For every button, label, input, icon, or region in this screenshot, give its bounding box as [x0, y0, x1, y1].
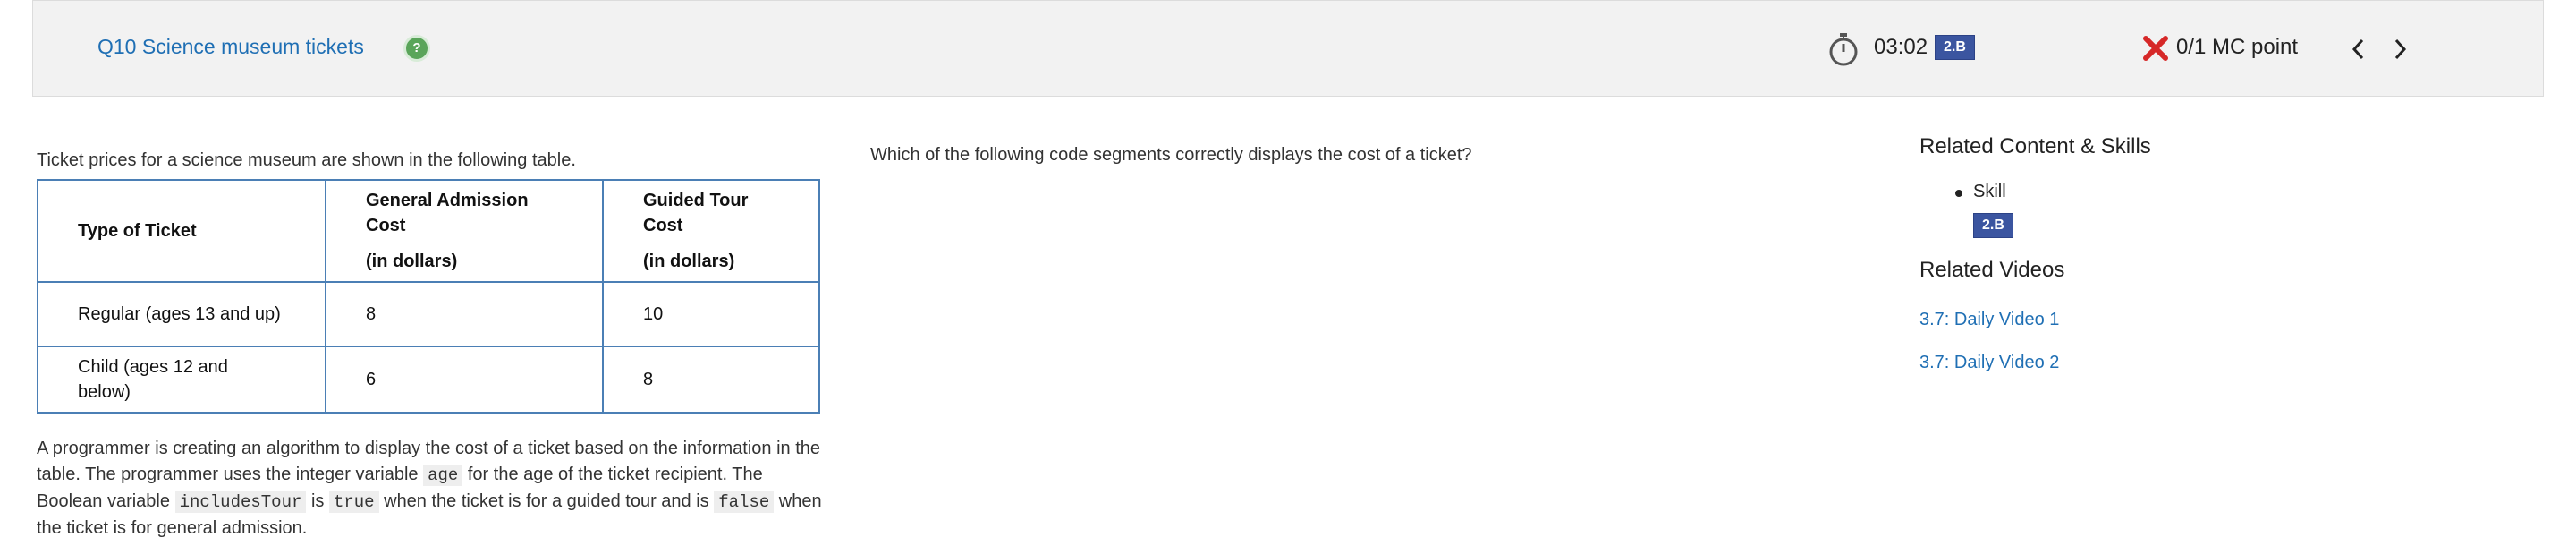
- table-header-cell: Type of Ticket: [37, 179, 326, 283]
- bullet: [1955, 190, 1962, 197]
- table-header-cell: General Admission Cost (in dollars): [325, 179, 604, 283]
- passage-intro: Ticket prices for a science museum are s…: [37, 150, 576, 170]
- code-includesTour: includesTour: [174, 491, 307, 513]
- table-cell: 6: [325, 346, 604, 414]
- incorrect-x-icon: [2143, 36, 2168, 61]
- sidebar-skill-badge: 2.B: [1973, 213, 2013, 238]
- code-age: age: [423, 465, 463, 486]
- code-false: false: [714, 491, 775, 513]
- related-videos-title: Related Videos: [1919, 258, 2065, 282]
- table-header-row: Type of Ticket General Admission Cost (i…: [37, 179, 820, 283]
- table-cell: Regular (ages 13 and up): [37, 281, 326, 347]
- question-header-bar: Q10 Science museum tickets ? 03:02 2.B 0…: [32, 0, 2544, 97]
- video-link-2[interactable]: 3.7: Daily Video 2: [1919, 353, 2059, 373]
- score-display: 0/1 MC point: [2176, 35, 2299, 59]
- skill-label: Skill: [1973, 182, 2006, 201]
- table-cell: Child (ages 12 and below): [37, 346, 326, 414]
- code-true: true: [328, 491, 379, 513]
- video-link-1[interactable]: 3.7: Daily Video 1: [1919, 310, 2059, 330]
- table-header-cell: Guided Tour Cost (in dollars): [602, 179, 820, 283]
- chevron-right-icon[interactable]: [2389, 37, 2411, 62]
- ticket-price-table: Type of Ticket General Admission Cost (i…: [37, 179, 820, 414]
- question-title[interactable]: Q10 Science museum tickets: [97, 35, 364, 59]
- table-row: Child (ages 12 and below) 6 8: [37, 346, 820, 414]
- table-row: Regular (ages 13 and up) 8 10: [37, 281, 820, 347]
- skill-badge: 2.B: [1935, 35, 1975, 60]
- table-cell: 8: [602, 346, 820, 414]
- question-prompt: Which of the following code segments cor…: [870, 145, 1472, 165]
- table-cell: 10: [602, 281, 820, 347]
- timer-readout: 03:02: [1874, 35, 1928, 59]
- stopwatch-icon: [1829, 33, 1858, 66]
- chevron-left-icon[interactable]: [2348, 37, 2369, 62]
- question-mark-icon[interactable]: ?: [403, 35, 430, 62]
- passage-paragraph: A programmer is creating an algorithm to…: [37, 439, 822, 538]
- related-content-title: Related Content & Skills: [1919, 134, 2151, 158]
- table-cell: 8: [325, 281, 604, 347]
